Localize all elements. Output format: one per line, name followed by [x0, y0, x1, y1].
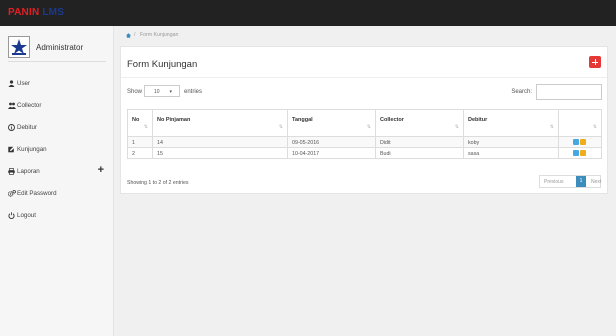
sidebar: Administrator User Collector Debitur Kun…: [0, 26, 114, 336]
sort-icon: ⇅: [592, 124, 597, 130]
cell-tanggal: 10-04-2017: [292, 150, 320, 157]
sidebar-menu: User Collector Debitur Kunjungan Laporan…: [0, 74, 114, 224]
kunjungan-table: No ⇅ No Pinjaman ⇅ Tanggal ⇅ Collector ⇅…: [127, 109, 602, 159]
cell-collector: Budi: [380, 150, 391, 157]
column-header-collector[interactable]: Collector ⇅: [375, 110, 463, 136]
sidebar-item-user[interactable]: User: [0, 74, 114, 92]
company-logo: [8, 36, 30, 58]
info-circle-icon: [8, 124, 15, 131]
column-header-actions[interactable]: ⇅: [558, 110, 602, 136]
row-actions: [558, 148, 602, 158]
caret-down-icon: ▾: [169, 89, 172, 95]
column-header-no-pinjaman[interactable]: No Pinjaman ⇅: [152, 110, 287, 136]
entries-select[interactable]: 10 ▾: [144, 85, 180, 97]
entries-value: 10: [154, 89, 160, 95]
sidebar-profile: Administrator: [8, 36, 106, 62]
table-header-row: No ⇅ No Pinjaman ⇅ Tanggal ⇅ Collector ⇅…: [127, 110, 602, 137]
top-navbar: PANIN LMS: [0, 0, 616, 26]
table-info: Showing 1 to 2 of 2 entries: [127, 180, 189, 186]
users-icon: [8, 102, 16, 109]
sidebar-item-label: Logout: [17, 212, 36, 219]
search-label: Search:: [511, 89, 532, 95]
sidebar-item-debitur[interactable]: Debitur: [0, 118, 114, 136]
breadcrumb-current: Form Kunjungan: [140, 32, 179, 38]
brand-logo[interactable]: PANIN LMS: [8, 7, 64, 18]
table-row: 2 15 10-04-2017 Budi sasa: [127, 148, 602, 159]
cell-no-pinjaman: 15: [157, 150, 163, 157]
page-1-button[interactable]: 1: [576, 176, 586, 187]
sort-icon: ⇅: [366, 124, 371, 130]
search-input[interactable]: [536, 84, 602, 100]
table-row: 1 14 09-05-2016 Didit koby: [127, 137, 602, 148]
content-panel: Form Kunjungan Show 10 ▾ entries Search:…: [120, 46, 608, 194]
sidebar-item-label: Edit Password: [17, 190, 57, 197]
edit-button[interactable]: [573, 139, 579, 145]
sidebar-item-label: Laporan: [17, 168, 40, 175]
sidebar-item-label: Collector: [17, 102, 42, 109]
column-header-no[interactable]: No ⇅: [127, 110, 152, 136]
next-page-button[interactable]: Next: [591, 179, 601, 185]
cell-tanggal: 09-05-2016: [292, 139, 320, 146]
delete-button[interactable]: [580, 139, 586, 145]
cell-collector: Didit: [380, 139, 391, 146]
sort-icon: ⇅: [549, 124, 554, 130]
entries-label: entries: [184, 89, 203, 95]
profile-name: Administrator: [36, 43, 84, 52]
sort-icon: ⇅: [143, 124, 148, 130]
delete-button[interactable]: [580, 150, 586, 156]
sidebar-item-collector[interactable]: Collector: [0, 96, 114, 114]
previous-page-button[interactable]: Previous: [544, 179, 563, 185]
cell-debitur: koby: [468, 139, 480, 146]
cell-no: 2: [132, 150, 135, 157]
pagination: Previous 1 Next: [539, 175, 601, 188]
sidebar-item-laporan[interactable]: Laporan +: [0, 162, 114, 180]
brand-text-secondary: LMS: [42, 7, 65, 18]
user-icon: [8, 80, 15, 87]
sort-icon: ⇅: [454, 124, 459, 130]
home-icon[interactable]: [126, 33, 131, 38]
gears-icon: [7, 190, 16, 197]
column-header-tanggal[interactable]: Tanggal ⇅: [287, 110, 375, 136]
breadcrumb-separator: /: [134, 32, 136, 38]
edit-button[interactable]: [573, 150, 579, 156]
print-icon: [8, 168, 15, 175]
sidebar-item-label: Kunjungan: [17, 146, 47, 153]
sort-icon: ⇅: [278, 124, 283, 130]
edit-icon: [8, 146, 15, 153]
cell-no-pinjaman: 14: [157, 139, 163, 146]
sidebar-item-logout[interactable]: Logout: [0, 206, 114, 224]
sidebar-item-label: Debitur: [17, 124, 37, 131]
add-button[interactable]: [589, 56, 601, 68]
sidebar-item-label: User: [17, 80, 31, 87]
page-title: Form Kunjungan: [127, 59, 198, 70]
sidebar-item-edit-password[interactable]: Edit Password: [0, 184, 114, 202]
panel-divider: [121, 77, 607, 78]
power-icon: [8, 212, 15, 219]
expand-icon[interactable]: +: [98, 164, 104, 176]
sidebar-item-kunjungan[interactable]: Kunjungan: [0, 140, 114, 158]
star-logo-icon: [11, 39, 27, 55]
row-actions: [558, 137, 602, 147]
column-header-debitur[interactable]: Debitur ⇅: [463, 110, 558, 136]
show-label: Show: [127, 89, 143, 95]
cell-debitur: sasa: [468, 150, 480, 157]
brand-text-primary: PANIN: [8, 7, 40, 18]
cell-no: 1: [132, 139, 135, 146]
